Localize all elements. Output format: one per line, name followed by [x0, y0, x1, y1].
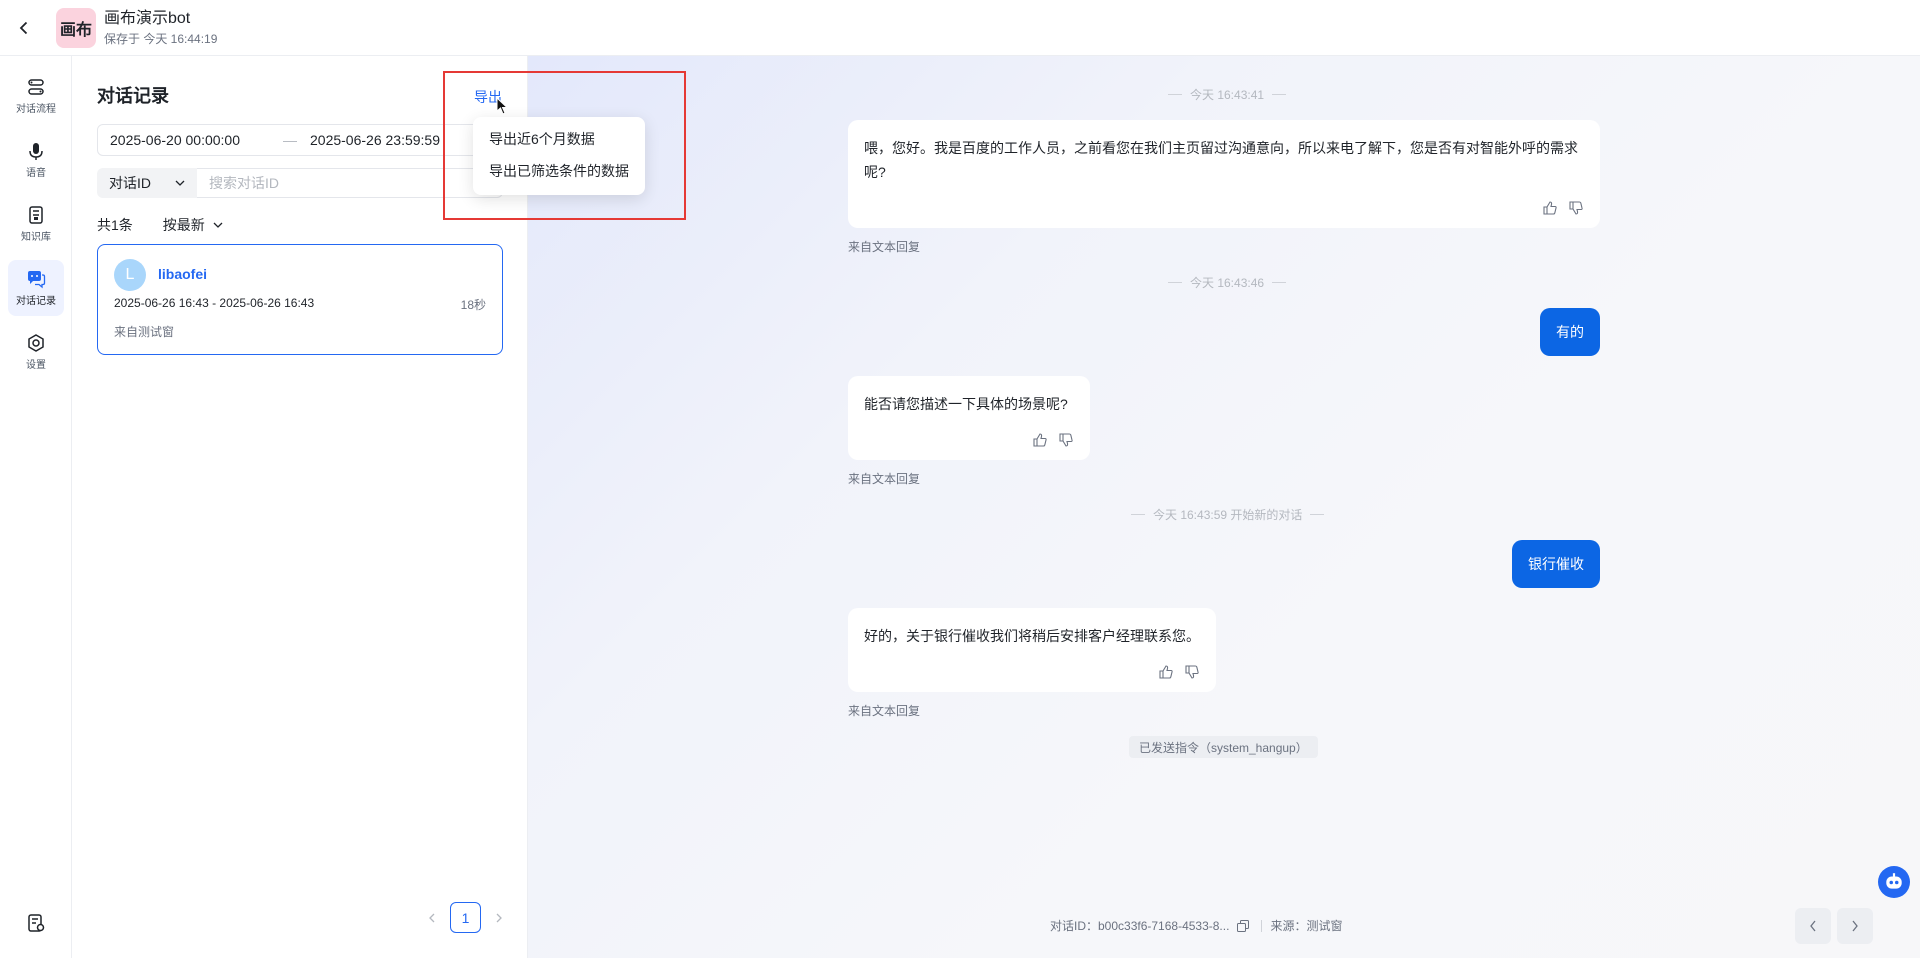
thumbs-up-icon[interactable]	[1158, 664, 1174, 680]
chevron-down-icon	[175, 180, 185, 186]
thumbs-down-icon[interactable]	[1058, 432, 1074, 448]
time-divider: 今天 16:43:46	[1160, 274, 1294, 291]
sidebar-item-settings[interactable]: 设置	[8, 324, 64, 380]
sort-select[interactable]: 按最新	[163, 215, 223, 235]
time-divider: 今天 16:43:59 开始新的对话	[1123, 506, 1332, 523]
thumbs-down-icon[interactable]	[1568, 200, 1584, 216]
chat-record-icon	[28, 271, 46, 289]
record-time: 2025-06-26 16:43 - 2025-06-26 16:43	[114, 296, 315, 310]
conversation-nav	[1795, 908, 1879, 944]
search-input[interactable]	[197, 168, 503, 198]
prev-conversation-button[interactable]	[1795, 908, 1831, 944]
sidebar-item-label: 设置	[26, 360, 46, 371]
next-page-button[interactable]	[489, 908, 509, 928]
knowledge-base-icon	[29, 206, 43, 224]
pagination: 1	[422, 902, 509, 933]
export-last-6-months[interactable]: 导出近6个月数据	[473, 123, 645, 155]
reply-source: 来自文本回复	[848, 472, 921, 486]
system-command-badge: 已发送指令（system_hangup）	[1129, 736, 1318, 758]
date-range-picker[interactable]: 2025-06-20 00:00:00 — 2025-06-26 23:59:5…	[97, 124, 503, 156]
sidebar-item-label: 知识库	[21, 232, 51, 243]
flow-icon	[28, 79, 44, 95]
settings-icon	[28, 334, 44, 352]
sidebar-item-label: 对话记录	[16, 296, 56, 307]
record-source: 来自测试窗	[114, 325, 175, 339]
sidebar-item-knowledge[interactable]: 知识库	[8, 196, 64, 252]
avatar: L	[114, 259, 146, 291]
conversation-source: 来源：测试窗	[1270, 919, 1343, 933]
bot-message: 好的，关于银行催收我们将稍后安排客户经理联系您。	[848, 608, 1216, 692]
conversation-id: 对话ID：b00c33f6-7168-4533-8...	[1050, 919, 1230, 933]
sidebar-item-label: 语音	[26, 168, 46, 179]
next-conversation-button[interactable]	[1837, 908, 1873, 944]
bot-message: 喂，您好。我是百度的工作人员，之前看您在我们主页留过沟通意向，所以来电了解下，您…	[848, 120, 1600, 228]
document-settings-icon	[28, 914, 45, 932]
record-user: libaofei	[158, 266, 208, 282]
save-status: 保存于 今天 16:44:19	[104, 31, 218, 46]
top-header: 画布 画布演示bot 保存于 今天 16:44:19	[0, 0, 1920, 56]
date-start[interactable]: 2025-06-20 00:00:00	[110, 132, 240, 148]
mouse-cursor-icon	[496, 97, 508, 115]
user-message: 有的	[1540, 308, 1600, 356]
date-end[interactable]: 2025-06-26 23:59:59	[310, 132, 440, 148]
back-button[interactable]	[0, 0, 48, 56]
thumbs-down-icon[interactable]	[1184, 664, 1200, 680]
chevron-left-icon	[429, 913, 435, 922]
time-divider: 今天 16:43:41	[1160, 86, 1294, 103]
export-dropdown: 导出近6个月数据 导出已筛选条件的数据	[473, 117, 645, 195]
sidebar-nav: 对话流程 语音 知识库 对话记录 设置	[0, 56, 72, 958]
search-filter: 对话ID	[97, 168, 503, 198]
panel-title: 对话记录	[97, 86, 169, 106]
chevron-right-icon	[1852, 920, 1858, 932]
filter-type-select[interactable]: 对话ID	[97, 168, 197, 198]
assistant-bot-button[interactable]	[1878, 866, 1910, 898]
page-number[interactable]: 1	[450, 902, 481, 933]
bot-message: 能否请您描述一下具体的场景呢?	[848, 376, 1090, 460]
reply-source: 来自文本回复	[848, 704, 921, 718]
sidebar-item-label: 对话流程	[16, 104, 56, 115]
chat-area: 今天 16:43:41 喂，您好。我是百度的工作人员，之前看您在我们主页留过沟通…	[528, 56, 1920, 958]
chevron-left-icon	[19, 21, 28, 34]
robot-icon	[1886, 873, 1902, 889]
thumbs-up-icon[interactable]	[1542, 200, 1558, 216]
reply-source: 来自文本回复	[848, 240, 921, 254]
export-filtered-data[interactable]: 导出已筛选条件的数据	[473, 155, 645, 187]
record-count: 共1条	[97, 217, 133, 233]
sidebar-item-voice[interactable]: 语音	[8, 132, 64, 188]
thumbs-up-icon[interactable]	[1032, 432, 1048, 448]
chevron-right-icon	[496, 913, 502, 922]
chat-footer: 对话ID：b00c33f6-7168-4533-8... 来源：测试窗	[1050, 917, 1342, 934]
app-logo: 画布	[56, 7, 96, 48]
app-title: 画布演示bot	[104, 9, 191, 27]
date-separator: —	[283, 132, 297, 148]
record-card[interactable]: L libaofei 2025-06-26 16:43 - 2025-06-26…	[97, 244, 503, 355]
record-list-panel: 对话记录 导出 2025-06-20 00:00:00 — 2025-06-26…	[72, 56, 528, 958]
microphone-icon	[29, 143, 43, 160]
sidebar-item-chat-record[interactable]: 对话记录	[8, 260, 64, 316]
sidebar-item-flow[interactable]: 对话流程	[8, 68, 64, 124]
chevron-left-icon	[1810, 920, 1816, 932]
copy-icon[interactable]	[1237, 919, 1250, 932]
document-settings-button[interactable]	[24, 911, 48, 935]
chevron-down-icon	[213, 222, 223, 228]
user-message: 银行催收	[1512, 540, 1600, 588]
prev-page-button[interactable]	[422, 908, 442, 928]
record-duration: 18秒	[460, 298, 486, 312]
